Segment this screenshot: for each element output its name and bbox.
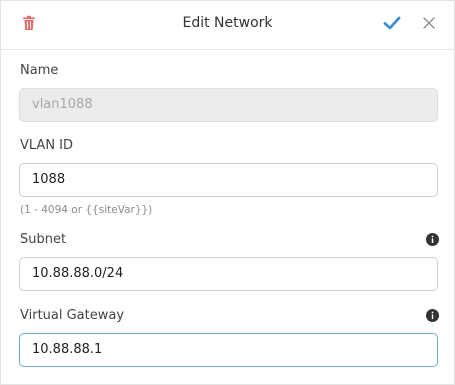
dialog-header: Edit Network [1,1,454,50]
subnet-input[interactable]: 10.88.88.0/24 [19,257,438,291]
virtual-gateway-label: Virtual Gateway [20,308,125,323]
subnet-label: Subnet [20,232,67,247]
close-icon[interactable] [423,17,435,29]
info-icon[interactable] [426,309,439,322]
edit-network-dialog: Edit Network Name vlan1088 VLAN ID 1088 … [0,0,455,385]
vlan-id-hint: (1 - 4094 or {{siteVar}}) [20,204,153,216]
name-input: vlan1088 [19,88,438,122]
name-label: Name [20,63,59,78]
info-icon[interactable] [426,233,439,246]
virtual-gateway-input[interactable]: 10.88.88.1 [19,333,438,367]
checkmark-icon[interactable] [383,15,401,31]
vlan-id-input[interactable]: 1088 [19,163,438,197]
vlan-id-label: VLAN ID [20,138,74,153]
